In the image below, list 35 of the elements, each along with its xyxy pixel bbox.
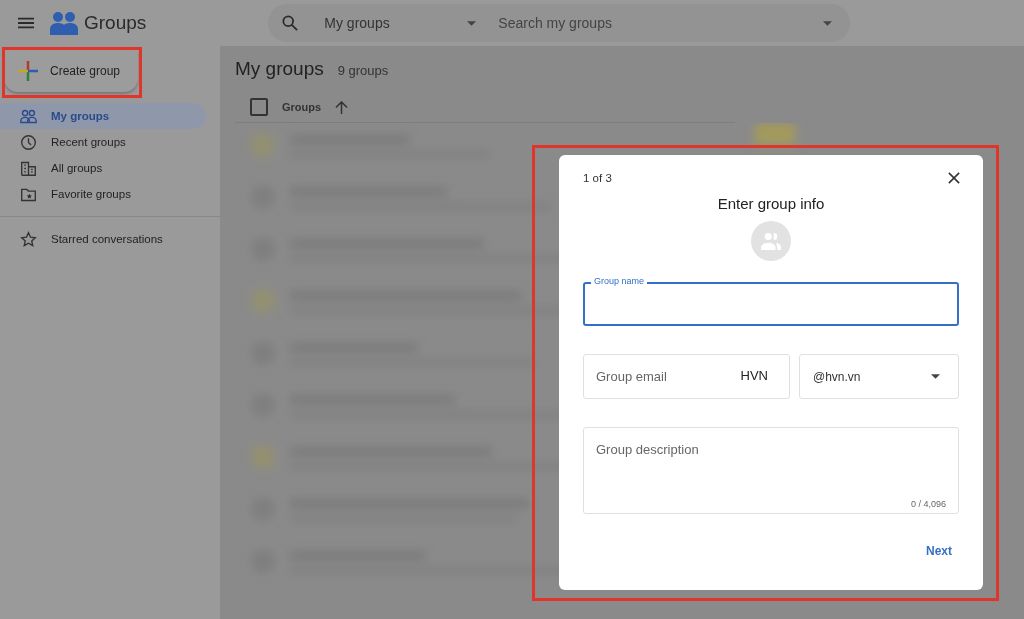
caret-icon (467, 20, 477, 26)
next-button[interactable]: Next (918, 540, 960, 562)
column-header[interactable]: Groups (282, 101, 322, 113)
sidebar-item[interactable]: Starred conversations (0, 226, 206, 252)
search-field[interactable]: Search my groups (496, 14, 824, 32)
caret-icon (931, 374, 940, 379)
character-counter: 0 / 4,096 (910, 499, 946, 509)
scope-dropdown[interactable]: My groups (324, 15, 477, 31)
people-logo-icon (50, 11, 78, 35)
domain-dropdown[interactable]: @hvn.vn (799, 354, 959, 399)
sidebar-item[interactable]: Recent groups (0, 129, 206, 155)
plus-icon (18, 61, 38, 81)
app-title: Groups (84, 12, 147, 34)
search-icon[interactable] (282, 15, 299, 31)
select-all-checkbox[interactable] (250, 98, 268, 116)
people-icon (760, 232, 782, 250)
field-label: Group name (591, 275, 648, 287)
step-indicator: 1 of 3 (583, 172, 612, 184)
caret-icon[interactable] (823, 20, 833, 26)
clock-icon (20, 133, 37, 151)
sidebar-item[interactable]: My groups (0, 103, 206, 129)
group-count: 9 groups (337, 63, 389, 78)
menu-icon[interactable] (18, 17, 34, 29)
star-icon (20, 230, 37, 248)
close-icon[interactable] (948, 172, 960, 184)
dialog-title: Enter group info (716, 195, 826, 212)
people-icon (20, 107, 37, 125)
up-arrow-icon[interactable] (335, 100, 349, 114)
sidebar-item[interactable]: Favorite groups (0, 181, 206, 207)
building-icon (20, 159, 37, 177)
create-group-button[interactable]: Create group (4, 50, 138, 92)
sidebar-item[interactable]: All groups (0, 155, 206, 181)
page-title: My groups (235, 58, 324, 80)
search-bar[interactable]: My groups Search my groups (268, 4, 851, 42)
email-prefix: HVN (740, 368, 768, 383)
